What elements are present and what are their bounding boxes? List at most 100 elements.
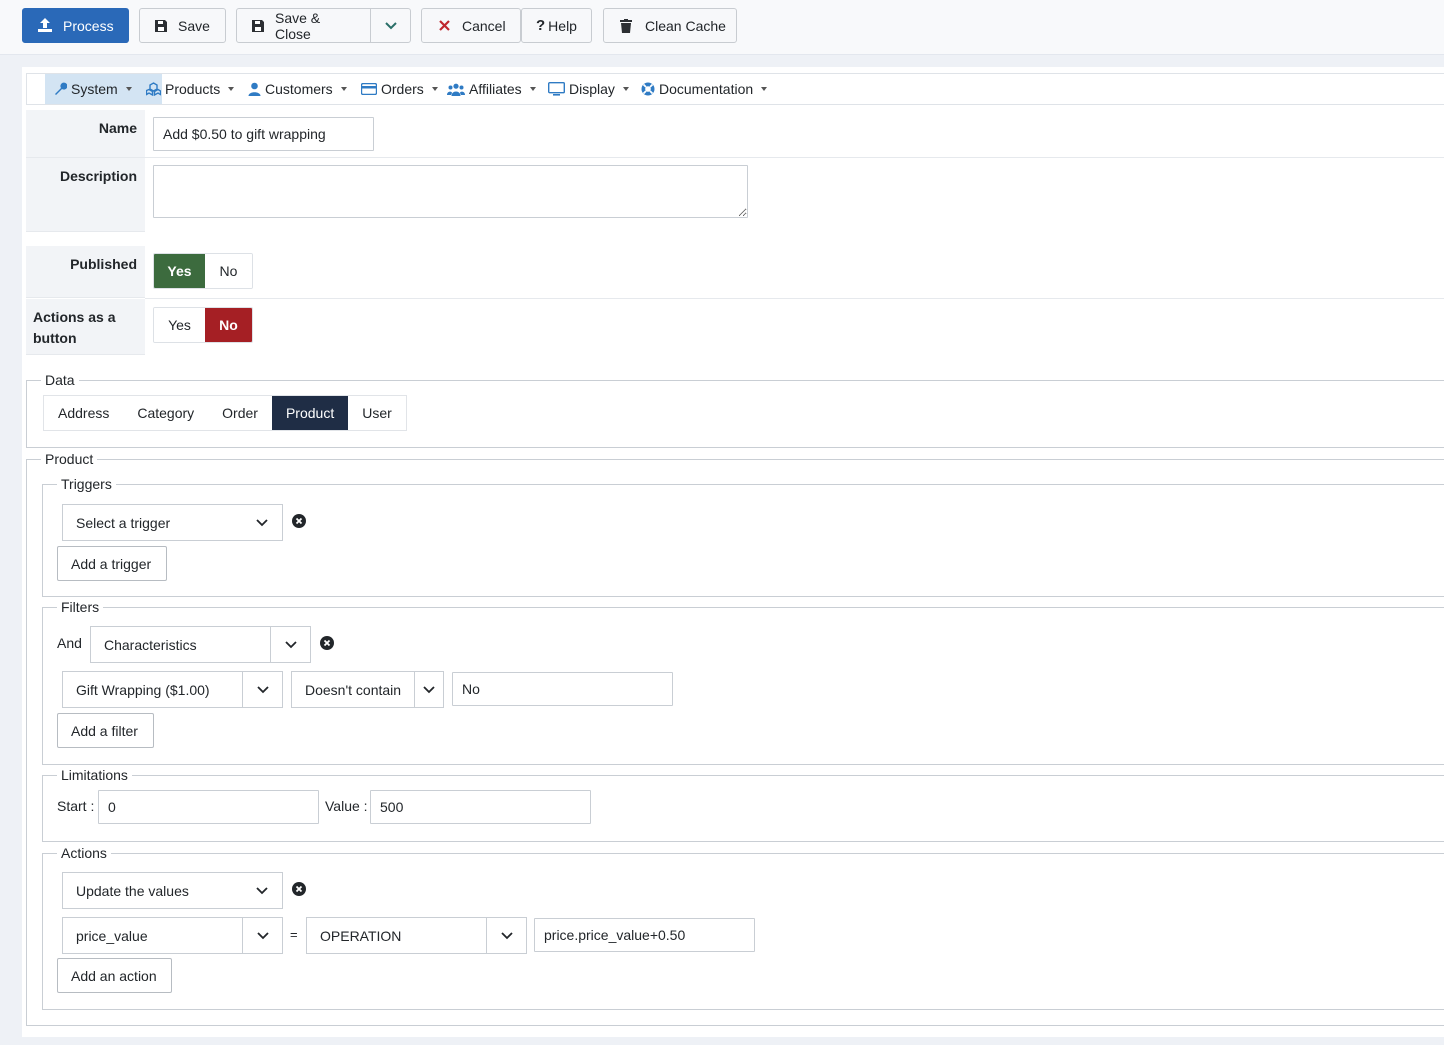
- menu-system-label: System: [71, 81, 118, 97]
- published-label: Published: [26, 246, 145, 298]
- data-tabs: Address Category Order Product User: [43, 395, 407, 431]
- tab-user[interactable]: User: [348, 396, 406, 430]
- chevron-down-icon: [242, 672, 282, 707]
- caret-down-icon: [125, 87, 132, 91]
- filter-type-value: Characteristics: [104, 636, 197, 653]
- users-icon: [447, 83, 465, 96]
- start-label: Start :: [57, 798, 95, 814]
- chevron-down-icon: [486, 918, 526, 953]
- help-button[interactable]: ? Help: [521, 8, 592, 43]
- filter-field-select[interactable]: Gift Wrapping ($1.00): [62, 671, 283, 708]
- toolbar: Process Save Save & Close Cancel ? Help …: [0, 0, 1444, 55]
- menu-orders-label: Orders: [381, 81, 424, 97]
- actions-as-button-yes-option[interactable]: Yes: [154, 308, 205, 342]
- filter-operator-select[interactable]: Doesn't contain: [291, 671, 444, 708]
- action-type-value: Update the values: [76, 882, 189, 899]
- actions-as-button-toggle: Yes No: [153, 307, 253, 343]
- menu-display-label: Display: [569, 81, 615, 97]
- chevron-down-icon: [242, 505, 282, 540]
- save-close-button[interactable]: Save & Close: [237, 9, 370, 42]
- filter-operator-value: Doesn't contain: [305, 681, 402, 698]
- add-action-button[interactable]: Add an action: [57, 958, 172, 993]
- action-field-select[interactable]: price_value: [62, 917, 283, 954]
- value-input[interactable]: 500: [370, 790, 591, 824]
- trigger-select-value: Select a trigger: [76, 514, 171, 531]
- process-button[interactable]: Process: [22, 8, 129, 43]
- triggers-legend: Triggers: [61, 476, 112, 492]
- caret-down-icon: [340, 87, 347, 91]
- product-legend: Product: [45, 451, 94, 467]
- process-label: Process: [63, 17, 114, 34]
- value-label: Value :: [325, 798, 368, 814]
- caret-down-icon: [529, 87, 536, 91]
- limitations-legend: Limitations: [61, 767, 128, 783]
- action-expression-input[interactable]: price.price_value+0.50: [534, 918, 755, 952]
- action-type-select[interactable]: Update the values: [62, 872, 283, 909]
- start-input[interactable]: 0: [98, 790, 319, 824]
- save-button[interactable]: Save: [139, 8, 226, 43]
- menu-customers-label: Customers: [265, 81, 333, 97]
- actions-as-button-label: Actions as a button: [26, 299, 145, 355]
- add-trigger-button[interactable]: Add a trigger: [57, 546, 167, 581]
- help-label: Help: [548, 17, 577, 34]
- desktop-icon: [548, 82, 565, 96]
- filter-conjunction-label: And: [57, 635, 82, 651]
- actions-as-button-no-option[interactable]: No: [205, 308, 252, 342]
- divider: [145, 298, 1444, 299]
- floppy-icon: [252, 19, 264, 32]
- description-label: Description: [26, 158, 145, 232]
- filter-type-select[interactable]: Characteristics: [90, 626, 311, 663]
- equals-sign: =: [290, 927, 298, 942]
- question-icon: ?: [536, 17, 546, 34]
- cancel-label: Cancel: [462, 17, 506, 34]
- menu-display[interactable]: Display: [540, 74, 637, 104]
- trash-icon: [620, 18, 632, 33]
- caret-down-icon: [228, 87, 235, 91]
- published-toggle: Yes No: [153, 253, 253, 289]
- cubes-icon: [146, 82, 161, 96]
- clean-cache-button[interactable]: Clean Cache: [603, 8, 737, 43]
- action-operation-select[interactable]: OPERATION: [306, 917, 527, 954]
- user-icon: [248, 82, 261, 96]
- trigger-select[interactable]: Select a trigger: [62, 504, 283, 541]
- published-no-option[interactable]: No: [205, 254, 252, 288]
- remove-filter-icon[interactable]: [320, 636, 334, 650]
- save-label: Save: [178, 17, 210, 34]
- upload-icon: [38, 18, 52, 32]
- published-yes-option[interactable]: Yes: [154, 254, 205, 288]
- action-operation-value: OPERATION: [320, 927, 402, 944]
- name-input[interactable]: Add $0.50 to gift wrapping: [153, 117, 374, 151]
- credit-card-icon: [361, 83, 377, 95]
- tab-address[interactable]: Address: [44, 396, 123, 430]
- chevron-down-icon: [270, 627, 310, 662]
- menu-documentation[interactable]: Documentation: [633, 74, 775, 104]
- remove-trigger-icon[interactable]: [292, 514, 306, 528]
- save-options-toggle[interactable]: [370, 9, 410, 42]
- menu-affiliates[interactable]: Affiliates: [439, 74, 544, 104]
- tab-product[interactable]: Product: [271, 396, 349, 430]
- cancel-button[interactable]: Cancel: [421, 8, 521, 43]
- filter-value-input[interactable]: No: [452, 672, 673, 706]
- caret-down-icon: [622, 87, 629, 91]
- remove-action-icon[interactable]: [292, 882, 306, 896]
- tab-category[interactable]: Category: [123, 396, 208, 430]
- divider: [145, 157, 1444, 158]
- actions-legend: Actions: [61, 845, 107, 861]
- menu-orders[interactable]: Orders: [353, 74, 446, 104]
- save-close-split-button: Save & Close: [236, 8, 411, 43]
- close-icon: [439, 20, 450, 31]
- chevron-down-icon: [385, 21, 397, 29]
- menu-products[interactable]: Products: [138, 74, 242, 104]
- add-filter-button[interactable]: Add a filter: [57, 713, 154, 748]
- menu-customers[interactable]: Customers: [240, 74, 355, 104]
- save-close-label: Save & Close: [275, 9, 321, 42]
- menu-affiliates-label: Affiliates: [469, 81, 522, 97]
- filter-field-value: Gift Wrapping ($1.00): [76, 681, 210, 698]
- name-label: Name: [26, 110, 145, 158]
- tab-order[interactable]: Order: [208, 396, 272, 430]
- clean-cache-label: Clean Cache: [645, 17, 726, 34]
- chevron-down-icon: [242, 918, 282, 953]
- data-legend: Data: [45, 372, 75, 388]
- description-textarea[interactable]: [153, 165, 748, 218]
- chevron-down-icon: [242, 873, 282, 908]
